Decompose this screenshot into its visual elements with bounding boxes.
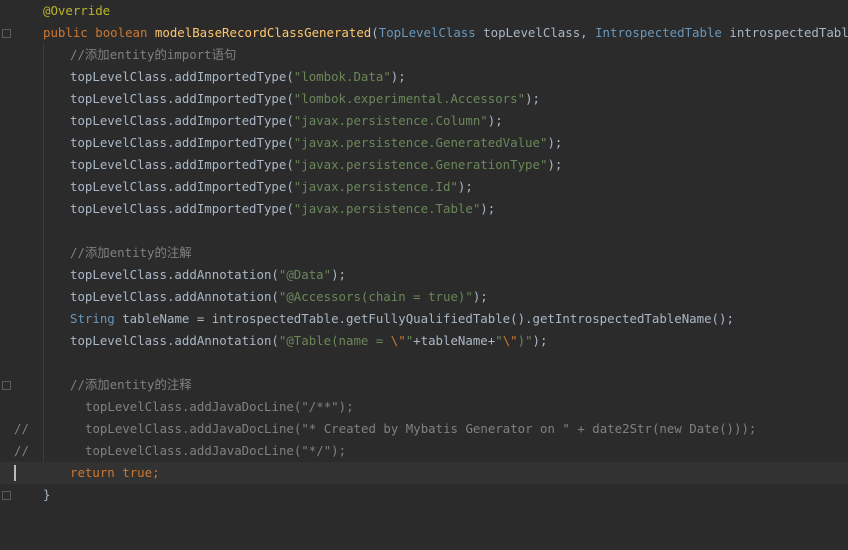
code-line-22[interactable]: return true; xyxy=(0,462,848,484)
code-line-17[interactable] xyxy=(0,352,848,374)
annotation-token: @Override xyxy=(43,3,111,18)
variable-declaration: String tableName = introspectedTable.get… xyxy=(70,311,734,326)
code-line-3[interactable]: //添加entity的import语句 xyxy=(0,44,848,66)
comment-import: //添加entity的import语句 xyxy=(70,47,237,62)
commented-code: topLevelClass.addJavaDocLine("* Created … xyxy=(85,421,757,436)
commented-code: topLevelClass.addJavaDocLine("/**"); xyxy=(85,399,354,414)
code-line-1[interactable]: @Override xyxy=(0,0,848,22)
code-line-7[interactable]: topLevelClass.addImportedType("javax.per… xyxy=(0,132,848,154)
code-line-13[interactable]: topLevelClass.addAnnotation("@Data"); xyxy=(0,264,848,286)
code-line-15[interactable]: String tableName = introspectedTable.get… xyxy=(0,308,848,330)
code-line-11[interactable] xyxy=(0,220,848,242)
commented-code: topLevelClass.addJavaDocLine("*/"); xyxy=(85,443,347,458)
import-statement: topLevelClass.addImportedType("javax.per… xyxy=(70,201,496,216)
import-statement: topLevelClass.addImportedType("lombok.Da… xyxy=(70,69,406,84)
code-line-6[interactable]: topLevelClass.addImportedType("javax.per… xyxy=(0,110,848,132)
code-line-8[interactable]: topLevelClass.addImportedType("javax.per… xyxy=(0,154,848,176)
closing-brace: } xyxy=(43,487,51,502)
code-line-5[interactable]: topLevelClass.addImportedType("lombok.ex… xyxy=(0,88,848,110)
code-line-9[interactable]: topLevelClass.addImportedType("javax.per… xyxy=(0,176,848,198)
code-line-21[interactable]: // topLevelClass.addJavaDocLine("*/"); xyxy=(0,440,848,480)
code-line-14[interactable]: topLevelClass.addAnnotation("@Accessors(… xyxy=(0,286,848,308)
text-caret xyxy=(14,465,16,481)
annotation-statement: topLevelClass.addAnnotation("@Data"); xyxy=(70,267,347,282)
return-statement: return true; xyxy=(70,465,160,480)
method-signature: public boolean modelBaseRecordClassGener… xyxy=(43,25,848,40)
import-statement: topLevelClass.addImportedType("javax.per… xyxy=(70,179,473,194)
import-statement: topLevelClass.addImportedType("javax.per… xyxy=(70,113,503,128)
code-line-4[interactable]: topLevelClass.addImportedType("lombok.Da… xyxy=(0,66,848,88)
comment-javadoc: //添加entity的注释 xyxy=(70,377,192,392)
import-statement: topLevelClass.addImportedType("javax.per… xyxy=(70,135,563,150)
code-line-23[interactable]: } xyxy=(0,484,848,506)
comment-annotation: //添加entity的注解 xyxy=(70,245,192,260)
code-line-18[interactable]: //添加entity的注释 xyxy=(0,374,848,396)
code-line-12[interactable]: //添加entity的注解 xyxy=(0,242,848,264)
code-line-10[interactable]: topLevelClass.addImportedType("javax.per… xyxy=(0,198,848,220)
code-line-20[interactable]: // topLevelClass.addJavaDocLine("* Creat… xyxy=(0,418,848,458)
import-statement: topLevelClass.addImportedType("javax.per… xyxy=(70,157,563,172)
code-editor[interactable]: @Override public boolean modelBaseRecord… xyxy=(0,0,848,511)
annotation-statement: topLevelClass.addAnnotation("@Accessors(… xyxy=(70,289,488,304)
code-line-2[interactable]: public boolean modelBaseRecordClassGener… xyxy=(0,22,848,44)
annotation-statement: topLevelClass.addAnnotation("@Table(name… xyxy=(70,333,548,348)
code-line-19[interactable]: // topLevelClass.addJavaDocLine("/**"); xyxy=(0,396,848,436)
import-statement: topLevelClass.addImportedType("lombok.ex… xyxy=(70,91,540,106)
code-line-16[interactable]: topLevelClass.addAnnotation("@Table(name… xyxy=(0,330,848,352)
